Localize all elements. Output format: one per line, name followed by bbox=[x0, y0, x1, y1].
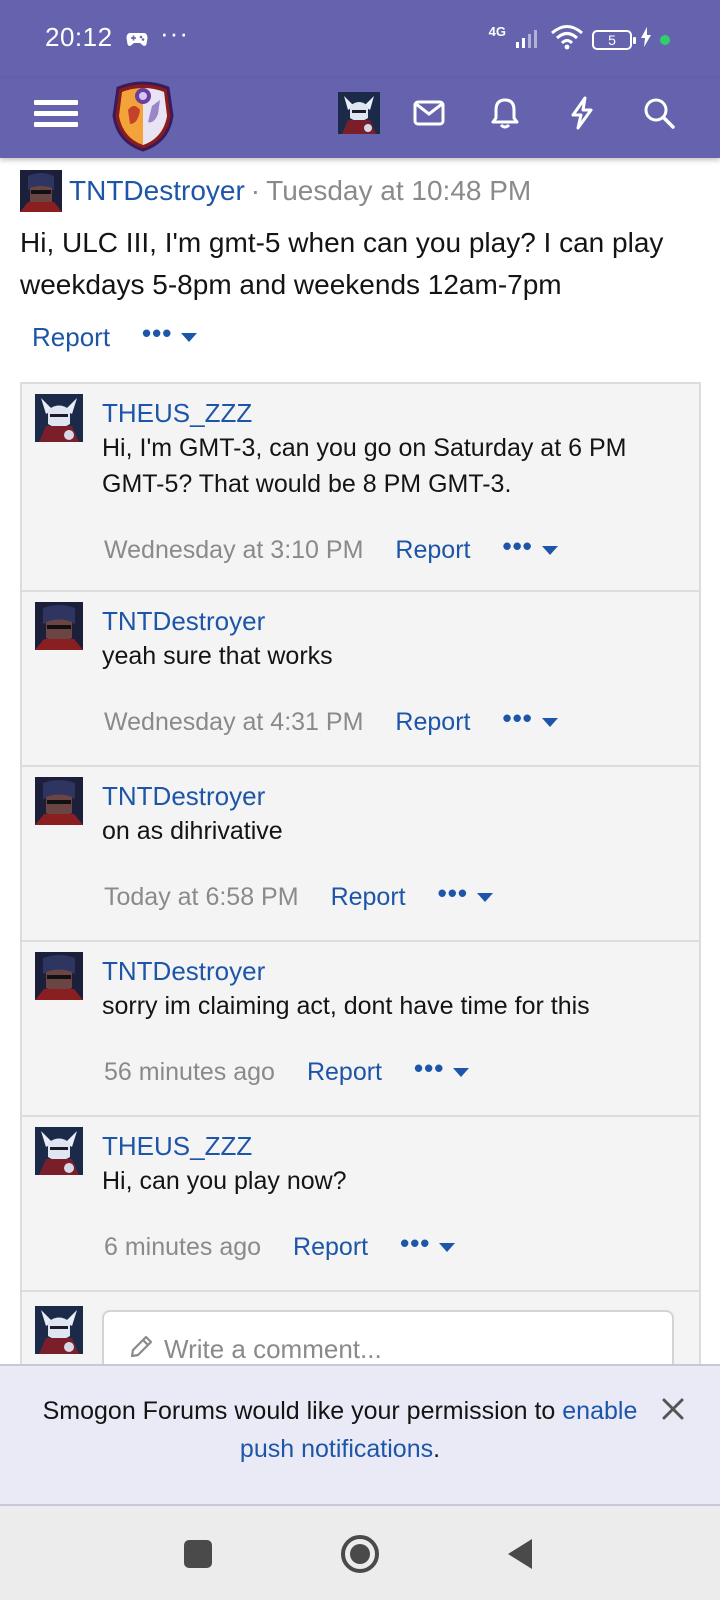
caret-down-icon bbox=[541, 718, 558, 727]
post-timestamp[interactable]: Tuesday at 10:48 PM bbox=[266, 175, 531, 207]
envelope-icon[interactable] bbox=[408, 92, 450, 134]
comment-item: THEUS_ZZZ Hi, can you play now? 6 minute… bbox=[22, 1117, 699, 1292]
comment-item: THEUS_ZZZ Hi, I'm GMT-3, can you go on S… bbox=[22, 384, 699, 592]
push-banner-message: Smogon Forums would like your permission… bbox=[30, 1392, 650, 1468]
comment-username[interactable]: THEUS_ZZZ bbox=[102, 1131, 252, 1162]
comment-item: TNTDestroyer yeah sure that works Wednes… bbox=[22, 592, 699, 767]
forum-logo[interactable] bbox=[110, 80, 176, 152]
home-button[interactable] bbox=[336, 1530, 384, 1578]
comment-item: TNTDestroyer on as dihrivative Today at … bbox=[22, 767, 699, 942]
more-options-button[interactable]: ••• bbox=[502, 705, 558, 736]
caret-down-icon bbox=[476, 893, 493, 902]
comment-text: Hi, I'm GMT-3, can you go on Saturday at… bbox=[102, 434, 627, 498]
back-button[interactable] bbox=[496, 1530, 544, 1578]
wifi-icon bbox=[550, 24, 584, 55]
more-options-button[interactable]: ••• bbox=[400, 1230, 456, 1261]
comment-meta: Today at 6:58 PM Report ••• bbox=[104, 880, 493, 912]
charging-icon bbox=[640, 27, 652, 52]
push-banner-text: Smogon Forums would like your permission… bbox=[42, 1397, 563, 1425]
comment-timestamp[interactable]: Wednesday at 4:31 PM bbox=[104, 708, 363, 737]
status-indicators: 4G 5 bbox=[489, 24, 670, 55]
caret-down-icon bbox=[453, 1068, 470, 1077]
push-banner-period: . bbox=[433, 1435, 441, 1463]
comment-text: sorry im claiming act, dont have time fo… bbox=[102, 992, 590, 1020]
more-dots-icon: ••• bbox=[400, 1227, 431, 1258]
status-bar: 20:12 ··· 4G 5 bbox=[0, 0, 720, 78]
comment-meta: 56 minutes ago Report ••• bbox=[104, 1055, 470, 1087]
comment-username[interactable]: THEUS_ZZZ bbox=[102, 398, 252, 429]
report-link[interactable]: Report bbox=[395, 708, 470, 737]
comment-avatar[interactable] bbox=[35, 777, 83, 825]
report-link[interactable]: Report bbox=[32, 322, 110, 353]
comment-avatar[interactable] bbox=[35, 1127, 83, 1175]
more-dots-icon: ••• bbox=[414, 1052, 445, 1083]
gamepad-icon bbox=[126, 30, 148, 53]
system-nav-bar bbox=[0, 1506, 720, 1600]
comment-text: Hi, can you play now? bbox=[102, 1167, 347, 1195]
report-link[interactable]: Report bbox=[293, 1233, 368, 1262]
caret-down-icon bbox=[181, 333, 198, 342]
comment-text: on as dihrivative bbox=[102, 817, 283, 845]
comment-timestamp[interactable]: 56 minutes ago bbox=[104, 1058, 275, 1087]
network-type: 4G bbox=[488, 24, 506, 39]
comment-meta: Wednesday at 4:31 PM Report ••• bbox=[104, 705, 558, 737]
comment-username[interactable]: TNTDestroyer bbox=[102, 606, 265, 637]
lightning-icon[interactable] bbox=[561, 92, 603, 134]
comment-input-placeholder: Write a comment... bbox=[164, 1334, 382, 1364]
comments-section: THEUS_ZZZ Hi, I'm GMT-3, can you go on S… bbox=[20, 382, 701, 1390]
search-icon[interactable] bbox=[638, 92, 680, 134]
comment-username[interactable]: TNTDestroyer bbox=[102, 956, 265, 987]
more-options-button[interactable]: ••• bbox=[142, 320, 198, 351]
battery-icon: 5 bbox=[592, 29, 636, 50]
comment-meta: Wednesday at 3:10 PM Report ••• bbox=[104, 533, 558, 565]
report-link[interactable]: Report bbox=[307, 1058, 382, 1087]
more-dots-icon: ••• bbox=[142, 317, 173, 348]
comment-avatar[interactable] bbox=[35, 602, 83, 650]
privacy-indicator-dot bbox=[660, 34, 670, 45]
comment-meta: 6 minutes ago Report ••• bbox=[104, 1230, 456, 1262]
status-more-dots: ··· bbox=[160, 18, 189, 48]
report-link[interactable]: Report bbox=[331, 883, 406, 912]
post-author-username[interactable]: TNTDestroyer bbox=[69, 175, 245, 207]
report-link[interactable]: Report bbox=[395, 536, 470, 565]
comment-timestamp[interactable]: Wednesday at 3:10 PM bbox=[104, 536, 363, 565]
post-header: TNTDestroyer · Tuesday at 10:48 PM bbox=[20, 170, 531, 212]
more-options-button[interactable]: ••• bbox=[414, 1055, 470, 1086]
post-actions: Report ••• bbox=[32, 320, 198, 353]
comment-item: TNTDestroyer sorry im claiming act, dont… bbox=[22, 942, 699, 1117]
user-avatar[interactable] bbox=[338, 92, 380, 134]
bell-icon[interactable] bbox=[484, 92, 526, 134]
comment-avatar[interactable] bbox=[35, 952, 83, 1000]
comment-username[interactable]: TNTDestroyer bbox=[102, 781, 265, 812]
close-icon[interactable] bbox=[658, 1394, 688, 1424]
comment-timestamp[interactable]: Today at 6:58 PM bbox=[104, 883, 299, 912]
post-body: Hi, ULC III, I'm gmt-5 when can you play… bbox=[20, 227, 664, 300]
app-header bbox=[0, 78, 720, 158]
more-dots-icon: ••• bbox=[502, 530, 533, 561]
caret-down-icon bbox=[541, 546, 558, 555]
comment-timestamp[interactable]: 6 minutes ago bbox=[104, 1233, 261, 1262]
more-options-button[interactable]: ••• bbox=[502, 533, 558, 564]
caret-down-icon bbox=[439, 1243, 456, 1252]
menu-icon[interactable] bbox=[34, 94, 78, 134]
comment-text: yeah sure that works bbox=[102, 642, 333, 670]
comment-avatar[interactable] bbox=[35, 394, 83, 442]
status-time: 20:12 bbox=[45, 22, 113, 52]
post-separator: · bbox=[250, 175, 261, 206]
push-notification-banner: Smogon Forums would like your permission… bbox=[0, 1364, 720, 1506]
recent-apps-button[interactable] bbox=[174, 1530, 222, 1578]
current-user-avatar bbox=[35, 1306, 83, 1354]
more-dots-icon: ••• bbox=[437, 877, 468, 908]
more-dots-icon: ••• bbox=[502, 702, 533, 733]
more-options-button[interactable]: ••• bbox=[438, 880, 493, 911]
signal-icon bbox=[516, 26, 542, 53]
pencil-icon bbox=[128, 1334, 154, 1365]
post-author-avatar[interactable] bbox=[20, 170, 62, 212]
